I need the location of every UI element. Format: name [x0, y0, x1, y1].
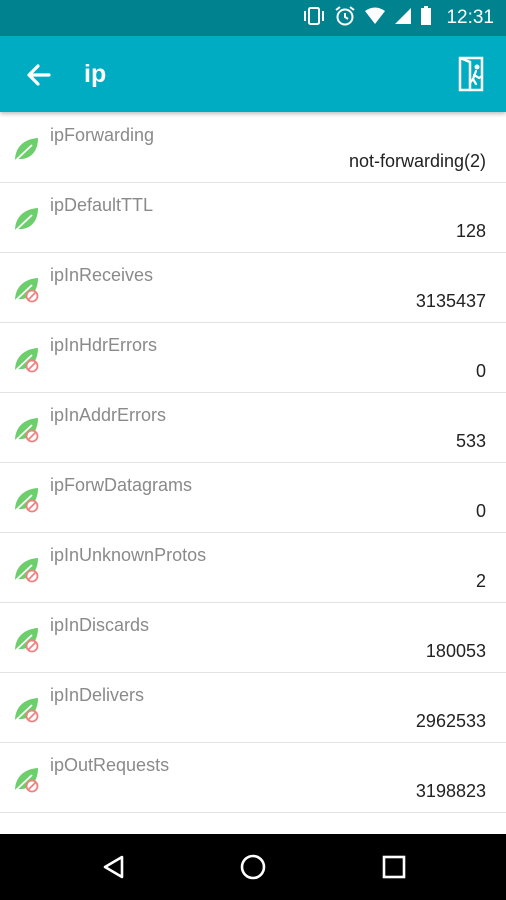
app-bar: ip	[0, 36, 506, 112]
item-value: 128	[455, 221, 486, 241]
leaf-readonly-icon	[14, 278, 39, 303]
recents-square-icon	[382, 855, 406, 879]
navigation-bar	[0, 834, 506, 900]
list-item-ipinaddrerrors[interactable]: ipInAddrErrors 533	[0, 393, 506, 463]
list-item-ipinreceives[interactable]: ipInReceives 3135437	[0, 253, 506, 323]
leaf-icon	[14, 138, 38, 162]
status-bar: 12:31	[0, 0, 506, 36]
wifi-icon	[364, 7, 386, 30]
list-item-ipinhdrerrors[interactable]: ipInHdrErrors 0	[0, 323, 506, 393]
item-name: ipInReceives	[50, 265, 154, 285]
vibrate-icon	[302, 6, 326, 31]
nav-home-button[interactable]	[233, 847, 273, 887]
back-button[interactable]	[22, 58, 56, 92]
page-title: ip	[84, 60, 107, 88]
back-triangle-icon	[103, 855, 124, 879]
list-item-ipinunknownprotos[interactable]: ipInUnknownProtos 2	[0, 533, 506, 603]
item-name: ipInDiscards	[50, 615, 150, 635]
list-item-ipindelivers[interactable]: ipInDelivers 2962533	[0, 673, 506, 743]
item-value: 533	[455, 431, 486, 451]
item-name: ipDefaultTTL	[50, 195, 154, 215]
item-name: ipInAddrErrors	[50, 405, 167, 425]
leaf-readonly-icon	[14, 348, 39, 373]
alarm-icon	[334, 5, 356, 32]
leaf-readonly-icon	[14, 768, 39, 793]
item-value: 3198823	[415, 781, 486, 801]
signal-icon	[394, 7, 412, 30]
item-name: ipForwDatagrams	[50, 475, 193, 495]
status-time: 12:31	[446, 7, 494, 28]
leaf-readonly-icon	[14, 558, 39, 583]
item-name: ipInDelivers	[50, 685, 145, 705]
item-name: ipInUnknownProtos	[50, 545, 207, 565]
exit-button[interactable]	[452, 54, 492, 94]
list-item-ipforwarding[interactable]: ipForwarding not-forwarding(2)	[0, 113, 506, 183]
leaf-icon	[14, 208, 38, 232]
leaf-readonly-icon	[14, 698, 39, 723]
item-value: 3135437	[415, 291, 486, 311]
item-value: 0	[475, 361, 486, 381]
item-value: 180053	[425, 641, 486, 661]
nav-recents-button[interactable]	[374, 847, 414, 887]
item-name: ipOutRequests	[50, 755, 170, 775]
battery-icon	[420, 5, 432, 31]
list-item-partial[interactable]	[0, 813, 506, 833]
leaf-readonly-icon	[14, 628, 39, 653]
item-name: ipForwarding	[50, 125, 155, 145]
list-item-ipoutrequests[interactable]: ipOutRequests 3198823	[0, 743, 506, 813]
item-name: ipInHdrErrors	[50, 335, 158, 355]
exit-icon	[458, 56, 484, 92]
list-item-ipforwdatagrams[interactable]: ipForwDatagrams 0	[0, 463, 506, 533]
arrow-left-icon	[27, 64, 51, 86]
oid-list[interactable]: ipForwarding not-forwarding(2) ipDefault…	[0, 113, 506, 833]
home-circle-icon	[240, 854, 266, 880]
item-value: 2962533	[415, 711, 486, 731]
item-value: 0	[475, 501, 486, 521]
leaf-readonly-icon	[14, 418, 39, 443]
list-item-ipindiscards[interactable]: ipInDiscards 180053	[0, 603, 506, 673]
list-item-ipdefaultttl[interactable]: ipDefaultTTL 128	[0, 183, 506, 253]
nav-back-button[interactable]	[94, 847, 134, 887]
leaf-readonly-icon	[14, 488, 39, 513]
item-value: 2	[475, 571, 486, 591]
item-value: not-forwarding(2)	[348, 151, 486, 171]
